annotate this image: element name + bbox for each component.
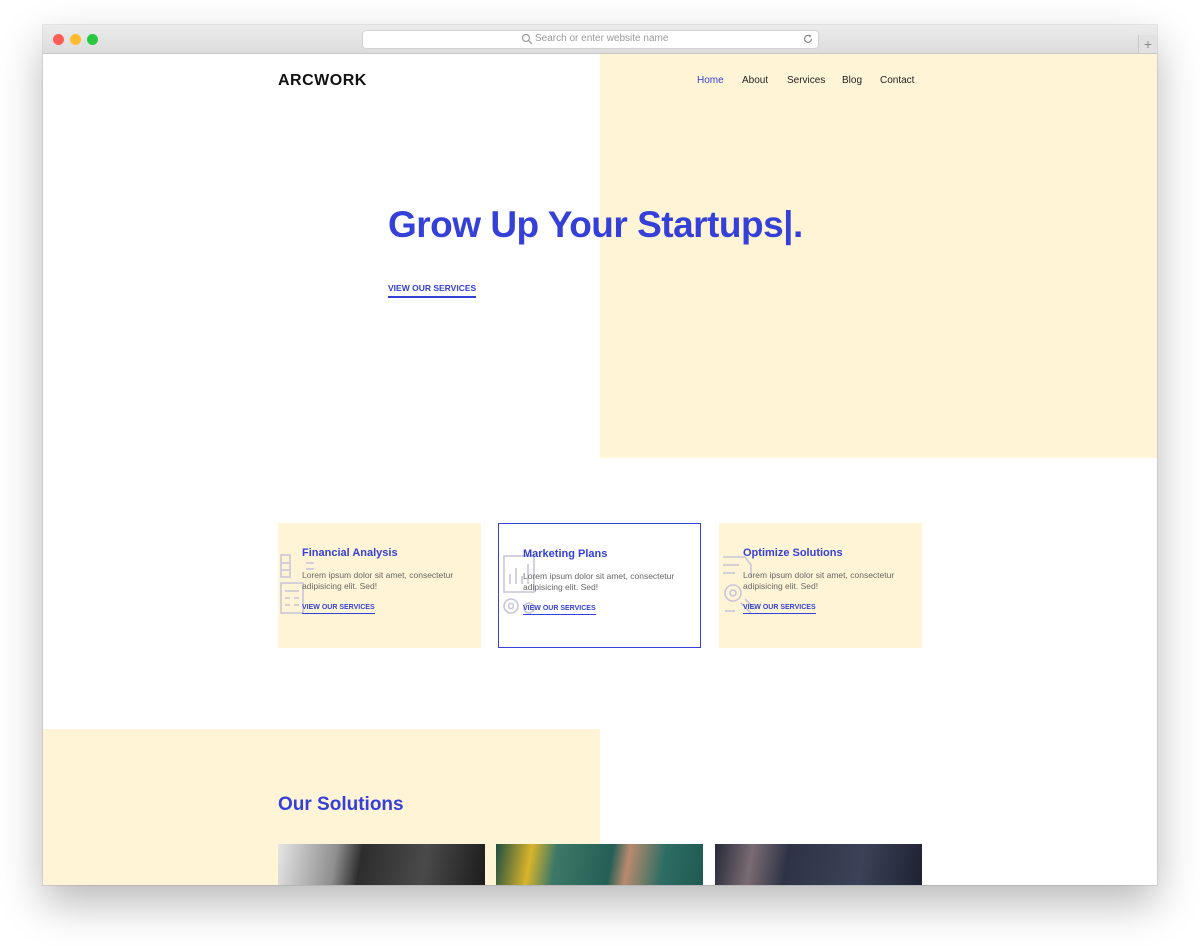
hero-title: Grow Up Your Startups|. bbox=[388, 204, 803, 245]
browser-titlebar: Search or enter website name + bbox=[43, 25, 1157, 54]
hero-background bbox=[600, 54, 1157, 458]
service-card-financial[interactable]: Financial Analysis Lorem ipsum dolor sit… bbox=[278, 523, 481, 648]
close-window-button[interactable] bbox=[53, 34, 64, 45]
card-link[interactable]: VIEW OUR SERVICES bbox=[523, 605, 596, 615]
address-bar-placeholder: Search or enter website name bbox=[535, 33, 669, 44]
reload-icon[interactable] bbox=[802, 33, 814, 45]
solution-image-2[interactable] bbox=[496, 844, 703, 885]
address-bar[interactable]: Search or enter website name bbox=[362, 30, 819, 49]
new-tab-button[interactable]: + bbox=[1138, 35, 1157, 53]
service-card-optimize[interactable]: Optimize Solutions Lorem ipsum dolor sit… bbox=[719, 523, 922, 648]
service-card-marketing[interactable]: Marketing Plans Lorem ipsum dolor sit am… bbox=[498, 523, 701, 648]
minimize-window-button[interactable] bbox=[70, 34, 81, 45]
solution-image-1[interactable] bbox=[278, 844, 485, 885]
card-text: Lorem ipsum dolor sit amet, consectetur … bbox=[302, 570, 454, 591]
nav-item-services[interactable]: Services bbox=[787, 75, 825, 86]
card-title: Marketing Plans bbox=[523, 548, 608, 560]
nav-item-about[interactable]: About bbox=[742, 75, 768, 86]
nav-item-blog[interactable]: Blog bbox=[842, 75, 862, 86]
card-text: Lorem ipsum dolor sit amet, consectetur … bbox=[743, 570, 895, 591]
card-title: Financial Analysis bbox=[302, 547, 398, 559]
browser-window: Search or enter website name + ARCWORK H… bbox=[43, 25, 1157, 885]
search-icon bbox=[521, 33, 533, 45]
card-link[interactable]: VIEW OUR SERVICES bbox=[302, 604, 375, 614]
card-text: Lorem ipsum dolor sit amet, consectetur … bbox=[523, 571, 675, 592]
card-title: Optimize Solutions bbox=[743, 547, 843, 559]
solutions-title: Our Solutions bbox=[278, 794, 404, 815]
card-link[interactable]: VIEW OUR SERVICES bbox=[743, 604, 816, 614]
view-services-link[interactable]: VIEW OUR SERVICES bbox=[388, 283, 477, 298]
nav-item-contact[interactable]: Contact bbox=[880, 75, 914, 86]
web-page: ARCWORK Home About Services Blog Contact… bbox=[43, 54, 1157, 885]
nav-item-home[interactable]: Home bbox=[697, 75, 724, 86]
solution-image-3[interactable] bbox=[715, 844, 922, 885]
zoom-window-button[interactable] bbox=[87, 34, 98, 45]
site-logo[interactable]: ARCWORK bbox=[278, 72, 367, 90]
